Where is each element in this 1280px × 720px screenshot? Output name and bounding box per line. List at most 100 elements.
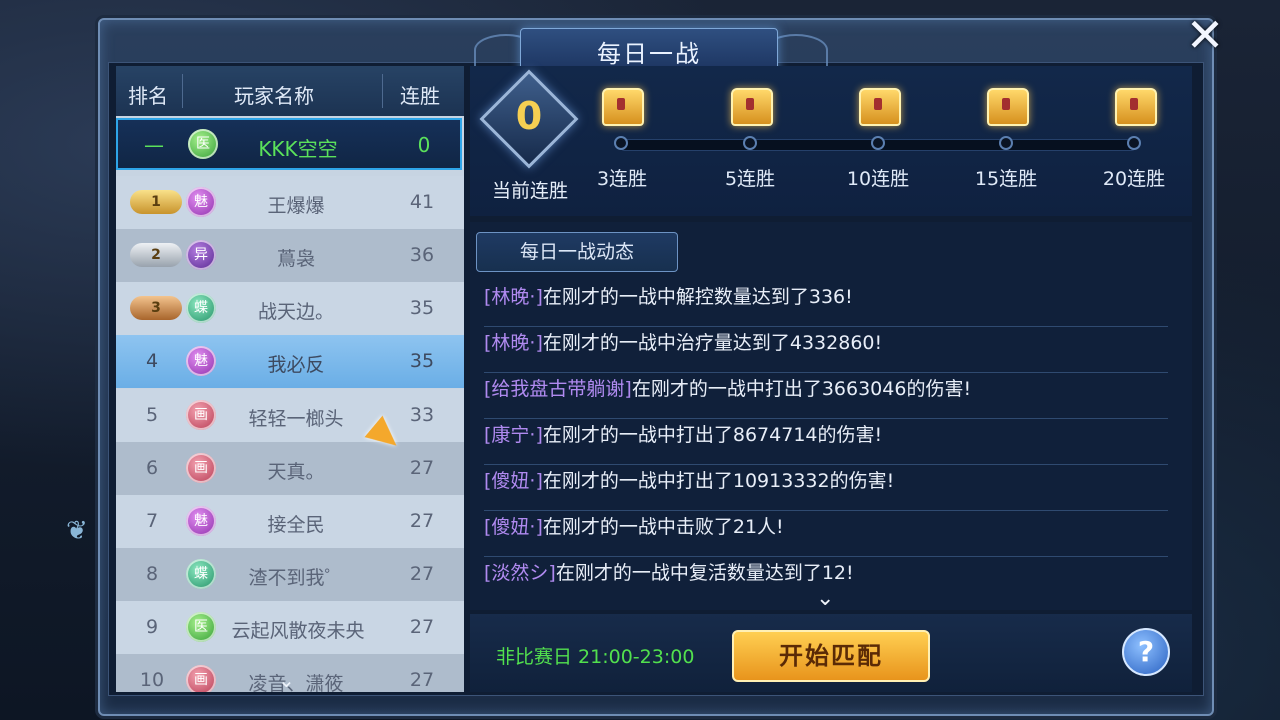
player-wins: 27 [409, 669, 435, 691]
reward-chest-icon[interactable] [859, 88, 901, 126]
player-rank: 6 [145, 457, 159, 479]
school-badge-icon: 蝶 [186, 293, 216, 323]
self-rank-row[interactable]: — 医 KKK空空 0 [116, 118, 462, 170]
header-divider [182, 74, 183, 108]
start-match-button[interactable]: 开始匹配 [732, 630, 930, 682]
schedule-text: 非比赛日 21:00-23:00 [496, 646, 695, 668]
player-name: 蔦袅 [276, 248, 315, 270]
feed-player[interactable]: [康宁·] [484, 424, 543, 446]
school-badge-icon: 魅 [186, 187, 216, 217]
reward-chest-icon[interactable] [602, 88, 644, 126]
milestone-label: 10连胜 [846, 168, 910, 190]
feed-line: [林晚·]在刚才的一战中治疗量达到了4332860! [484, 326, 1168, 373]
ranking-row[interactable]: 7 魅 接全民 27 [116, 495, 464, 548]
feed-text: 在刚才的一战中击败了21人! [542, 516, 784, 538]
player-rank: 7 [145, 510, 159, 532]
school-badge-icon: 画 [186, 665, 216, 692]
current-streak-value: 0 [515, 94, 543, 138]
player-wins: 41 [409, 191, 435, 213]
milestone-node [1127, 136, 1141, 150]
player-wins: 33 [409, 404, 435, 426]
player-rank: 5 [145, 404, 159, 426]
bronze-medal-icon: 3 [130, 296, 182, 320]
school-badge-icon: 魅 [186, 346, 216, 376]
feed-player[interactable]: [给我盘古带躺谢] [484, 378, 632, 400]
feed-title-tag: 每日一战动态 [476, 232, 678, 272]
player-wins: 27 [409, 616, 435, 638]
milestone-label: 5连胜 [724, 168, 776, 190]
butterfly-decoration-icon: ❦ [66, 516, 88, 546]
reward-chest-icon[interactable] [1115, 88, 1157, 126]
player-rank: 8 [145, 563, 159, 585]
player-wins: 27 [409, 563, 435, 585]
school-badge-icon: 画 [186, 400, 216, 430]
feed-line: [傻妞·]在刚才的一战中击败了21人! [484, 510, 1168, 557]
ranking-row[interactable]: 5 画 轻轻一榔头 33 [116, 389, 464, 442]
header-divider [382, 74, 383, 108]
ranking-header: 排名 玩家名称 连胜 [116, 66, 464, 116]
self-wins: 0 [417, 133, 431, 157]
player-name: 我必反 [267, 354, 325, 376]
school-badge-icon: 画 [186, 453, 216, 483]
feed-text: 在刚才的一战中打出了8674714的伤害! [542, 424, 883, 446]
self-rank: — [144, 133, 164, 157]
header-rank: 排名 [128, 84, 168, 108]
feed-text: 在刚才的一战中治疗量达到了4332860! [542, 332, 883, 354]
player-name: 渣不到我゜ [248, 567, 344, 589]
milestone-node [871, 136, 885, 150]
header-wins: 连胜 [400, 84, 440, 108]
ranking-row[interactable]: 6 画 天真。 27 [116, 442, 464, 495]
player-rank: 10 [139, 669, 165, 691]
milestone-label: 15连胜 [974, 168, 1038, 190]
player-name: 王爆爆 [267, 195, 325, 217]
header-name: 玩家名称 [234, 84, 314, 108]
feed-player[interactable]: [林晚·] [484, 332, 543, 354]
feed-text: 在刚才的一战中复活数量达到了12! [555, 562, 854, 584]
ranking-row[interactable]: 1 魅 王爆爆 41 [116, 176, 464, 229]
ranking-row[interactable]: 8 蝶 渣不到我゜ 27 [116, 548, 464, 601]
milestone-node [614, 136, 628, 150]
feed-player[interactable]: [傻妞·] [484, 516, 543, 538]
ranking-row-selected[interactable]: 4 魅 我必反 35 [116, 335, 464, 388]
feed-player[interactable]: [傻妞·] [484, 470, 543, 492]
player-name: 天真。 [267, 461, 325, 483]
feed-line: [康宁·]在刚才的一战中打出了8674714的伤害! [484, 418, 1168, 465]
feed-text: 在刚才的一战中解控数量达到了336! [542, 286, 853, 308]
scroll-down-chevron-icon[interactable]: ⌄ [278, 668, 295, 692]
feed-scroll-down-chevron-icon[interactable]: ⌄ [816, 586, 834, 611]
player-name: 云起风散夜未央 [231, 620, 365, 642]
feed-line: [给我盘古带躺谢]在刚才的一战中打出了3663046的伤害! [484, 372, 1168, 419]
school-badge-icon: 魅 [186, 506, 216, 536]
player-name: 战天边。 [257, 301, 334, 323]
milestone-node [999, 136, 1013, 150]
close-icon[interactable]: ✕ [1180, 10, 1230, 60]
player-rank: 4 [145, 350, 159, 372]
reward-chest-icon[interactable] [731, 88, 773, 126]
feed-player[interactable]: [林晚·] [484, 286, 543, 308]
player-name: 凌音、潇筱 [248, 673, 344, 692]
player-wins: 27 [409, 457, 435, 479]
feed-line: [林晚·]在刚才的一战中解控数量达到了336! [484, 280, 1168, 327]
feed-player[interactable]: [淡然シ] [484, 562, 556, 584]
reward-chest-icon[interactable] [987, 88, 1029, 126]
feed-text: 在刚才的一战中打出了10913332的伤害! [542, 470, 895, 492]
milestone-node [743, 136, 757, 150]
gold-medal-icon: 1 [130, 190, 182, 214]
milestone-label: 3连胜 [596, 168, 648, 190]
help-icon[interactable]: ? [1122, 628, 1170, 676]
milestone-label: 20连胜 [1102, 168, 1166, 190]
school-badge-icon: 医 [188, 129, 218, 159]
player-name: 接全民 [267, 514, 325, 536]
silver-medal-icon: 2 [130, 243, 182, 267]
current-streak-label: 当前连胜 [491, 180, 568, 202]
school-badge-icon: 蝶 [186, 559, 216, 589]
player-rank: 9 [145, 616, 159, 638]
feed-text: 在刚才的一战中打出了3663046的伤害! [631, 378, 972, 400]
player-wins: 27 [409, 510, 435, 532]
ranking-row[interactable]: 2 异 蔦袅 36 [116, 229, 464, 282]
school-badge-icon: 异 [186, 240, 216, 270]
player-name: 轻轻一榔头 [248, 408, 344, 430]
player-wins: 35 [409, 297, 435, 319]
ranking-row[interactable]: 9 医 云起风散夜未央 27 [116, 601, 464, 654]
ranking-row[interactable]: 3 蝶 战天边。 35 [116, 282, 464, 335]
